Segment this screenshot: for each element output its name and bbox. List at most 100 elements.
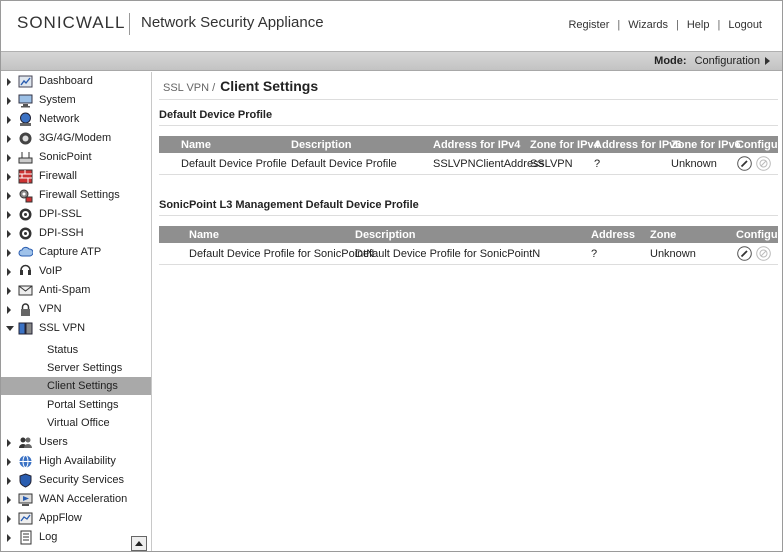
expand-arrow-icon[interactable] bbox=[7, 154, 11, 162]
wizards-link[interactable]: Wizards bbox=[628, 19, 668, 31]
sidebar-item-system[interactable]: System bbox=[1, 91, 151, 110]
column-header: Name bbox=[181, 139, 211, 151]
main-content: SSL VPN / Client Settings Default Device… bbox=[153, 72, 783, 551]
expand-arrow-icon[interactable] bbox=[7, 173, 11, 181]
firewall-icon bbox=[18, 169, 33, 184]
mode-switch[interactable]: Mode: Configuration bbox=[654, 55, 770, 67]
top-links: Register | Wizards | Help | Logout bbox=[568, 19, 762, 31]
sidebar-item-capture-atp[interactable]: Capture ATP bbox=[1, 243, 151, 262]
sidebar-item-dpi-ssh[interactable]: DPI-SSH bbox=[1, 224, 151, 243]
link-separator: | bbox=[717, 19, 721, 31]
expand-arrow-icon[interactable] bbox=[7, 287, 11, 295]
sidebar-item-vpn[interactable]: VPN bbox=[1, 300, 151, 319]
sidebar-item-ssl-vpn[interactable]: SSL VPN bbox=[1, 319, 151, 338]
sidebar-item-sonicpoint[interactable]: SonicPoint bbox=[1, 148, 151, 167]
sidebar-item-high-availability[interactable]: High Availability bbox=[1, 452, 151, 471]
sidebar-item-security-services[interactable]: Security Services bbox=[1, 471, 151, 490]
sidebar-subitem-portal-settings[interactable]: Portal Settings bbox=[1, 396, 151, 414]
cell-name: Default Device Profile for SonicPointN bbox=[189, 248, 375, 260]
expand-arrow-icon[interactable] bbox=[7, 192, 11, 200]
sidebar-subitem-label: Status bbox=[47, 344, 79, 356]
sidebar-item-modem[interactable]: 3G/4G/Modem bbox=[1, 129, 151, 148]
sidebar-subitem-label: Client Settings bbox=[47, 380, 118, 392]
sidebar-item-label: Security Services bbox=[39, 474, 124, 486]
expand-arrow-icon[interactable] bbox=[7, 230, 11, 238]
expand-arrow-icon[interactable] bbox=[7, 78, 11, 86]
expand-arrow-icon[interactable] bbox=[7, 249, 11, 257]
capture-atp-icon bbox=[18, 245, 34, 260]
sidebar-item-dpi-ssl[interactable]: DPI-SSL bbox=[1, 205, 151, 224]
sidebar-subitem-server-settings[interactable]: Server Settings bbox=[1, 359, 151, 377]
delete-disabled-icon[interactable] bbox=[756, 156, 771, 171]
sidebar-item-label: Firewall bbox=[39, 170, 77, 182]
vpn-icon bbox=[18, 302, 33, 317]
logout-link[interactable]: Logout bbox=[728, 19, 762, 31]
sidebar-item-label: Dashboard bbox=[39, 75, 93, 87]
expand-arrow-icon[interactable] bbox=[7, 515, 11, 523]
sidebar-subitem-status[interactable]: Status bbox=[1, 341, 151, 359]
breadcrumb-parent[interactable]: SSL VPN bbox=[163, 82, 209, 94]
sidebar-item-label: 3G/4G/Modem bbox=[39, 132, 112, 144]
table-row[interactable]: Default Device Profile for SonicPointN D… bbox=[159, 243, 778, 265]
column-header: Address bbox=[591, 229, 636, 241]
expand-arrow-icon[interactable] bbox=[7, 135, 11, 143]
expand-arrow-icon[interactable] bbox=[7, 534, 11, 542]
expand-arrow-icon[interactable] bbox=[7, 496, 11, 504]
voip-icon bbox=[18, 264, 33, 279]
users-icon bbox=[18, 435, 33, 450]
sidebar-item-label: Anti-Spam bbox=[39, 284, 91, 296]
cell-zone-ipv6: Unknown bbox=[671, 158, 717, 170]
edit-icon[interactable] bbox=[737, 156, 752, 171]
expand-arrow-icon[interactable] bbox=[7, 306, 11, 314]
sidebar-item-label: High Availability bbox=[39, 455, 116, 467]
cell-name: Default Device Profile bbox=[181, 158, 287, 170]
sidebar-item-dashboard[interactable]: Dashboard bbox=[1, 72, 151, 91]
expand-arrow-icon[interactable] bbox=[7, 268, 11, 276]
scroll-up-button[interactable] bbox=[131, 536, 147, 551]
system-icon bbox=[18, 93, 33, 108]
column-header: Zone for IPv6 bbox=[671, 139, 741, 151]
wan-acceleration-icon bbox=[18, 492, 33, 507]
sidebar-item-wan-acceleration[interactable]: WAN Acceleration bbox=[1, 490, 151, 509]
edit-icon[interactable] bbox=[737, 246, 752, 261]
sidebar-item-label: Capture ATP bbox=[39, 246, 102, 258]
collapse-arrow-icon[interactable] bbox=[6, 326, 14, 331]
sidebar-item-voip[interactable]: VoIP bbox=[1, 262, 151, 281]
register-link[interactable]: Register bbox=[568, 19, 609, 31]
column-header: Configure bbox=[736, 139, 783, 151]
sidebar-item-label: Log bbox=[39, 531, 58, 543]
logo-divider bbox=[129, 13, 130, 35]
expand-arrow-icon[interactable] bbox=[7, 97, 11, 105]
sidebar-item-network[interactable]: Network bbox=[1, 110, 151, 129]
sidebar-subitem-client-settings[interactable]: Client Settings bbox=[1, 377, 151, 395]
help-link[interactable]: Help bbox=[687, 19, 710, 31]
mode-value[interactable]: Configuration bbox=[695, 55, 760, 67]
app-window: SONICWALL Network Security Appliance Reg… bbox=[0, 0, 783, 552]
cell-description: Default Device Profile bbox=[291, 158, 397, 170]
sidebar-item-label: DPI-SSH bbox=[39, 227, 84, 239]
sidebar-item-label: System bbox=[39, 94, 76, 106]
column-header: Zone bbox=[650, 229, 677, 241]
column-header: Configure bbox=[736, 229, 783, 241]
expand-arrow-icon[interactable] bbox=[7, 211, 11, 219]
sidebar-subitem-virtual-office[interactable]: Virtual Office bbox=[1, 414, 151, 432]
section-title-sonicpoint-l3: SonicPoint L3 Management Default Device … bbox=[159, 199, 419, 211]
expand-arrow-icon[interactable] bbox=[7, 439, 11, 447]
divider bbox=[159, 215, 778, 216]
sidebar-item-appflow[interactable]: AppFlow bbox=[1, 509, 151, 528]
sidebar-item-users[interactable]: Users bbox=[1, 433, 151, 452]
appflow-icon bbox=[18, 511, 33, 526]
expand-arrow-icon[interactable] bbox=[7, 458, 11, 466]
delete-disabled-icon[interactable] bbox=[756, 246, 771, 261]
expand-arrow-icon[interactable] bbox=[7, 477, 11, 485]
dashboard-icon bbox=[18, 74, 33, 89]
sonicpoint-icon bbox=[18, 150, 33, 165]
sidebar-item-log[interactable]: Log bbox=[1, 528, 151, 547]
table-row[interactable]: Default Device Profile Default Device Pr… bbox=[159, 153, 778, 175]
cell-address: ? bbox=[591, 248, 598, 260]
sidebar-item-anti-spam[interactable]: Anti-Spam bbox=[1, 281, 151, 300]
expand-arrow-icon[interactable] bbox=[7, 116, 11, 124]
sidebar-item-firewall[interactable]: Firewall bbox=[1, 167, 151, 186]
sonicwall-logo: SONICWALL bbox=[17, 13, 126, 32]
sidebar-item-firewall-settings[interactable]: Firewall Settings bbox=[1, 186, 151, 205]
